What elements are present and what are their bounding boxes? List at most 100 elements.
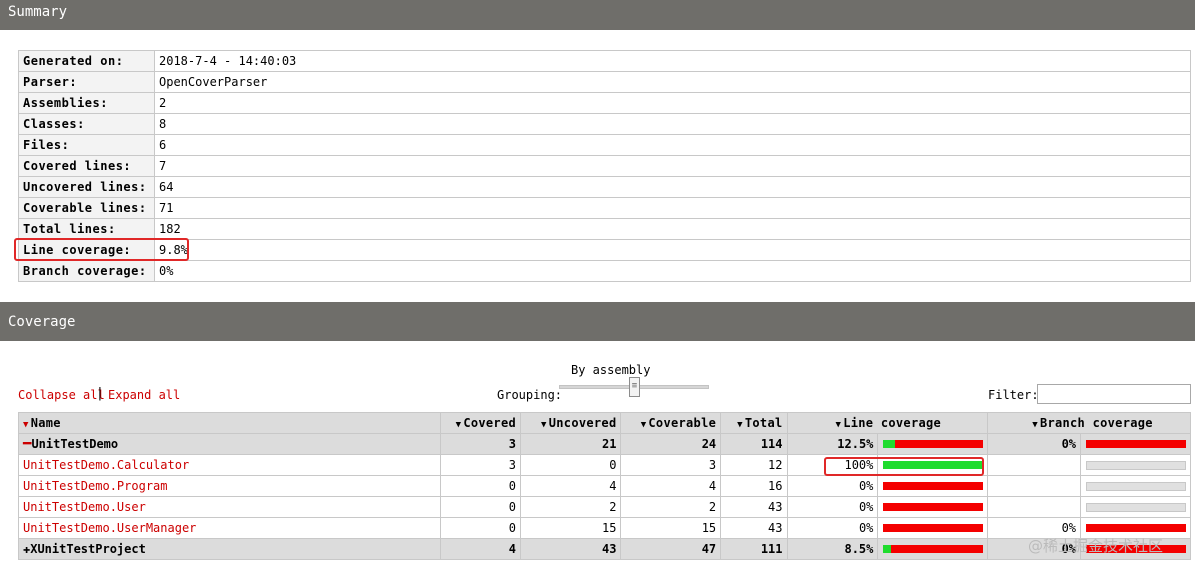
summary-value: 2 (154, 92, 1191, 114)
class-link[interactable]: UnitTestDemo.User (23, 500, 146, 514)
summary-row: Branch coverage: 0% (18, 260, 1191, 282)
coverage-bar (882, 503, 983, 511)
row-name[interactable]: UnitTestDemo.UserManager (17, 517, 442, 539)
row-name[interactable]: ✚XUnitTestProject (17, 538, 442, 560)
coverage-bar-uncovered (882, 503, 983, 511)
summary-key: Branch coverage: (18, 260, 155, 282)
summary-value: 71 (154, 197, 1191, 219)
summary-row: Classes: 8 (18, 113, 1191, 135)
branch-coverage-bar-cell (1080, 454, 1191, 476)
class-row[interactable]: UnitTestDemo.Calculator 3 0 3 12 100% (17, 454, 1191, 476)
coverage-bar-uncovered (895, 440, 983, 448)
branch-coverage-bar-cell (1080, 475, 1191, 497)
total-cell: 43 (720, 496, 788, 518)
line-coverage-bar-cell (877, 496, 989, 518)
summary-key: Uncovered lines: (18, 176, 155, 198)
branch-coverage-bar-cell (1080, 433, 1191, 455)
coverage-bar-uncovered (891, 545, 983, 553)
coverage-bar-uncovered (882, 482, 983, 490)
summary-value: 7 (154, 155, 1191, 177)
summary-value: 8 (154, 113, 1191, 135)
total-cell: 16 (720, 475, 788, 497)
uncovered-cell: 43 (520, 538, 622, 560)
uncovered-cell: 4 (520, 475, 622, 497)
summary-key: Classes: (18, 113, 155, 135)
coverage-table: ▼ Name ▼ Covered ▼ Uncovered ▼ Coverable ▼ To… (17, 412, 1191, 560)
filter-input[interactable] (1037, 384, 1191, 404)
class-link[interactable]: UnitTestDemo.UserManager (23, 521, 196, 535)
uncovered-cell: 15 (520, 517, 622, 539)
collapse-all-link[interactable]: Collapse all (18, 388, 105, 402)
summary-key: Files: (18, 134, 155, 156)
line-coverage-pct: 8.5% (786, 538, 879, 560)
summary-key: Covered lines: (18, 155, 155, 177)
coverage-bar-covered (882, 545, 892, 553)
branch-coverage-bar-cell (1080, 496, 1191, 518)
assembly-name: UnitTestDemo (31, 437, 119, 451)
class-link[interactable]: UnitTestDemo.Calculator (23, 458, 189, 472)
coverage-bar-uncovered (882, 524, 983, 532)
uncovered-cell: 21 (520, 433, 622, 455)
line-coverage-bar-cell (877, 475, 989, 497)
link-separator: | (96, 386, 104, 401)
uncovered-cell: 0 (520, 454, 622, 476)
coverage-bar-uncovered (1085, 524, 1186, 532)
summary-value: 182 (154, 218, 1191, 240)
class-row[interactable]: UnitTestDemo.User 0 2 2 43 0% (17, 496, 1191, 518)
column-header-covered[interactable]: ▼ Covered (440, 412, 522, 434)
branch-coverage-pct: 0% (987, 433, 1082, 455)
grouping-label: Grouping: (497, 388, 563, 402)
summary-value: 2018-7-4 - 14:40:03 (154, 50, 1191, 72)
coverage-bar (1085, 440, 1186, 448)
sort-arrow-icon: ▼ (1032, 420, 1038, 430)
grouping-value: By assembly (571, 363, 651, 377)
line-coverage-highlight (14, 238, 189, 261)
coverage-bar (882, 545, 983, 553)
expand-all-link[interactable]: Expand all (108, 388, 180, 402)
line-coverage-bar-cell (877, 538, 989, 560)
column-header-total[interactable]: ▼ Total (720, 412, 788, 434)
summary-value: 0% (154, 260, 1191, 282)
line-coverage-pct: 0% (786, 475, 879, 497)
column-header-uncovered[interactable]: ▼ Uncovered (520, 412, 622, 434)
branch-coverage-pct (987, 496, 1082, 518)
covered-cell: 3 (440, 433, 522, 455)
sort-arrow-icon: ▼ (835, 420, 842, 430)
coverage-bar (1085, 524, 1186, 532)
coverage-controls: Collapse all | Expand all By assembly Gr… (18, 362, 1191, 408)
branch-coverage-pct (987, 475, 1082, 497)
column-header-name[interactable]: ▼ Name (17, 412, 442, 434)
coverable-cell: 47 (620, 538, 722, 560)
coverage-header: Coverage (0, 302, 1195, 341)
line-coverage-pct: 12.5% (786, 433, 879, 455)
summary-value: 64 (154, 176, 1191, 198)
total-cell: 12 (720, 454, 788, 476)
assembly-row[interactable]: ✚XUnitTestProject 4 43 47 111 8.5% 0% (17, 538, 1191, 560)
column-header-coverable[interactable]: ▼ Coverable (620, 412, 722, 434)
grouping-slider-handle[interactable]: ≡ (629, 377, 640, 397)
row-name[interactable]: ━UnitTestDemo (17, 433, 442, 455)
summary-row: Total lines: 182 (18, 218, 1191, 240)
covered-cell: 0 (440, 496, 522, 518)
assembly-row[interactable]: ━UnitTestDemo 3 21 24 114 12.5% 0% (17, 433, 1191, 455)
coverable-cell: 3 (620, 454, 722, 476)
total-cell: 43 (720, 517, 788, 539)
sort-arrow-icon: ▼ (541, 420, 547, 430)
class-link[interactable]: UnitTestDemo.Program (23, 479, 168, 493)
row-name[interactable]: UnitTestDemo.User (17, 496, 442, 518)
summary-row: Assemblies: 2 (18, 92, 1191, 114)
row-name[interactable]: UnitTestDemo.Program (17, 475, 442, 497)
class-row[interactable]: UnitTestDemo.UserManager 0 15 15 43 0% 0% (17, 517, 1191, 539)
summary-row: Coverable lines: 71 (18, 197, 1191, 219)
column-header-line-coverage[interactable]: ▼ Line coverage (786, 412, 989, 434)
summary-header: Summary (0, 0, 1195, 30)
summary-row: Generated on: 2018-7-4 - 14:40:03 (18, 50, 1191, 72)
coverage-table-header: ▼ Name ▼ Covered ▼ Uncovered ▼ Coverable ▼ To… (17, 412, 1191, 434)
summary-table: Generated on: 2018-7-4 - 14:40:03 Parser: O… (18, 50, 1191, 282)
coverable-cell: 24 (620, 433, 722, 455)
row-name[interactable]: UnitTestDemo.Calculator (17, 454, 442, 476)
summary-value: 6 (154, 134, 1191, 156)
column-header-branch-coverage[interactable]: ▼ Branch coverage (987, 412, 1191, 434)
class-row[interactable]: UnitTestDemo.Program 0 4 4 16 0% (17, 475, 1191, 497)
coverable-cell: 4 (620, 475, 722, 497)
